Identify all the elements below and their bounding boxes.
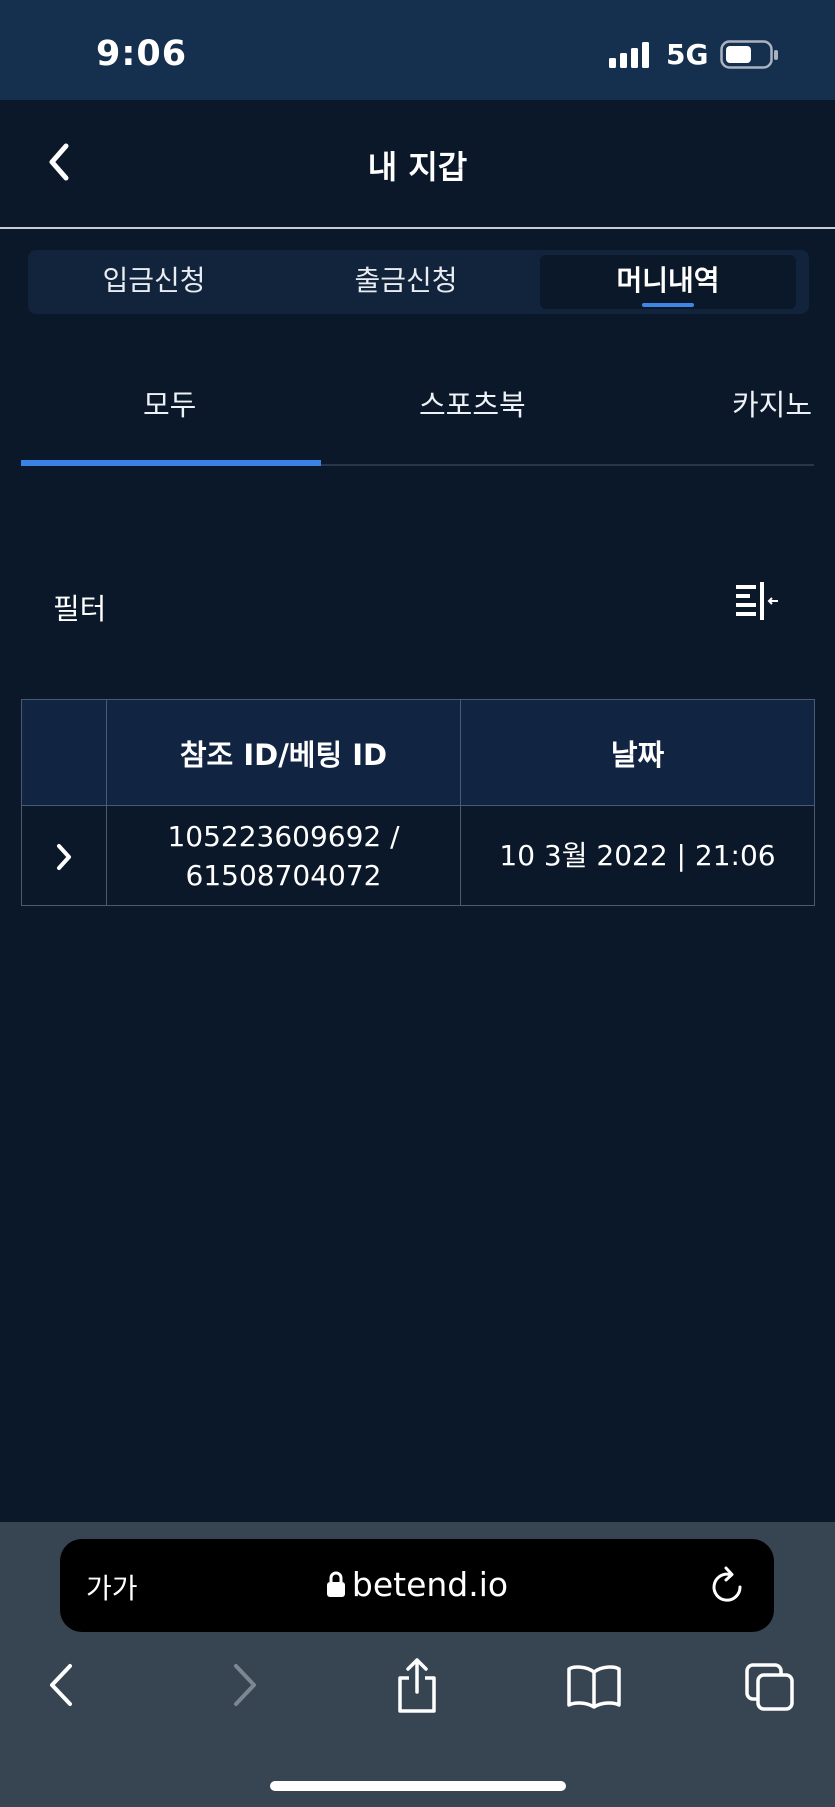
page-title: 내 지갑 — [367, 148, 468, 186]
tabs-icon[interactable] — [744, 1662, 796, 1712]
app-header: 내 지갑 — [0, 100, 835, 229]
wallet-tab-bar: 입금신청 출금신청 머니내역 — [28, 250, 809, 314]
lock-icon — [326, 1571, 345, 1597]
chevron-right-icon[interactable] — [54, 842, 74, 872]
bookmarks-icon[interactable] — [566, 1664, 622, 1710]
reference-id: 105223609692 / — [167, 819, 400, 853]
table-header-row: 참조 ID/베팅 ID 날짜 — [21, 699, 815, 806]
tab-withdraw-request[interactable]: 출금신청 — [280, 250, 532, 314]
header-reference-id: 참조 ID/베팅 ID — [106, 699, 461, 806]
active-tab-underline — [642, 303, 694, 307]
url-display[interactable]: betend.io — [60, 1565, 774, 1604]
network-label: 5G — [666, 38, 709, 71]
subtab-casino[interactable]: 카지노 — [732, 382, 812, 424]
bet-id: 61508704072 — [185, 858, 382, 892]
row-expand-cell[interactable] — [21, 805, 107, 906]
header-date: 날짜 — [460, 699, 815, 806]
reload-icon[interactable] — [710, 1565, 746, 1605]
filter-label: 필터 — [53, 592, 107, 626]
address-bar[interactable]: 가가 betend.io — [60, 1539, 774, 1632]
url-text: betend.io — [351, 1565, 509, 1604]
subtab-active-indicator — [21, 460, 321, 466]
filter-toggle-icon[interactable] — [734, 582, 780, 622]
tab-money-history[interactable]: 머니내역 — [540, 255, 796, 309]
money-history-table: 참조 ID/베팅 ID 날짜 105223609692 / 6150870407… — [21, 699, 815, 906]
date-cell: 10 3월 2022 | 21:06 — [460, 805, 815, 906]
share-icon[interactable] — [394, 1658, 440, 1714]
status-bar: 9:06 5G — [0, 0, 835, 100]
browser-back-icon[interactable] — [44, 1662, 80, 1708]
table-row[interactable]: 105223609692 / 61508704072 10 3월 2022 | … — [21, 805, 815, 906]
signal-icon — [609, 42, 649, 68]
subtab-all[interactable]: 모두 — [143, 382, 196, 424]
battery-icon — [720, 40, 778, 69]
browser-toolbar: 가가 betend.io — [0, 1522, 835, 1807]
header-expand-column — [21, 699, 107, 806]
browser-forward-icon[interactable] — [226, 1662, 262, 1708]
tab-money-history-label: 머니내역 — [616, 264, 720, 297]
category-tab-bar: 모두 스포츠북 카지노 — [21, 360, 814, 466]
subtab-sportsbook[interactable]: 스포츠북 — [419, 382, 526, 424]
tab-deposit-request[interactable]: 입금신청 — [28, 250, 280, 314]
home-indicator — [270, 1781, 566, 1791]
reference-id-cell: 105223609692 / 61508704072 — [106, 805, 461, 906]
status-time: 9:06 — [96, 34, 188, 74]
